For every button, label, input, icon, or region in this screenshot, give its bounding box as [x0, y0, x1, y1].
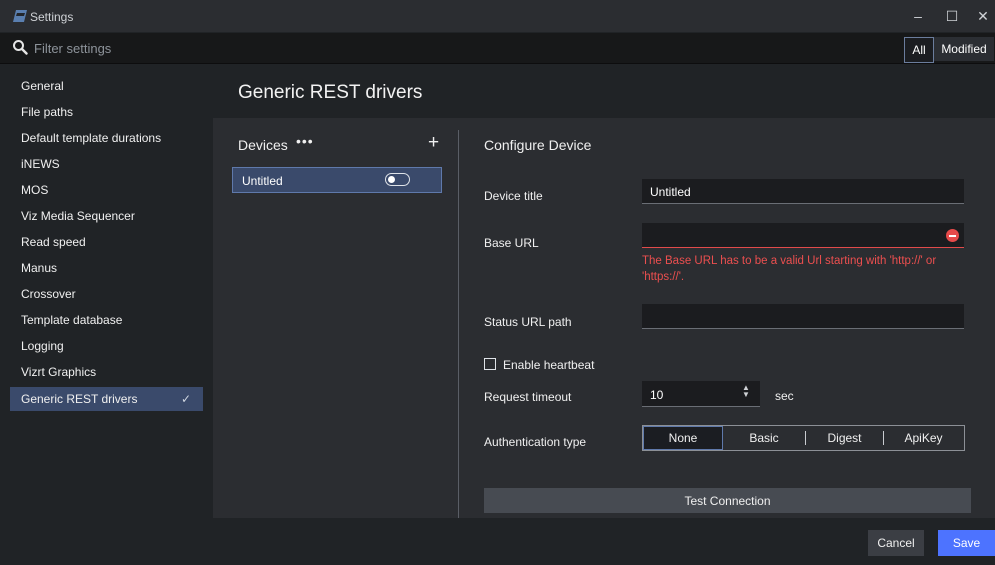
device-item-label: Untitled	[242, 174, 283, 188]
sidebar-item-mos[interactable]: MOS	[10, 178, 203, 202]
save-button[interactable]: Save	[938, 530, 995, 556]
request-timeout-value: 10	[650, 388, 664, 402]
title-bar	[0, 0, 995, 32]
more-options-icon[interactable]: •••	[296, 133, 314, 149]
request-timeout-label: Request timeout	[484, 390, 572, 404]
auth-option-apikey[interactable]: ApiKey	[884, 426, 963, 450]
maximize-icon[interactable]: ☐	[940, 6, 964, 26]
window-title: Settings	[30, 10, 74, 24]
device-title-value: Untitled	[650, 185, 691, 199]
device-enabled-toggle[interactable]	[385, 173, 410, 186]
sidebar-item-read-speed[interactable]: Read speed	[10, 230, 203, 254]
sidebar-item-crossover[interactable]: Crossover	[10, 282, 203, 306]
check-icon: ✓	[180, 392, 191, 406]
devices-heading: Devices	[238, 137, 288, 153]
close-icon[interactable]: ✕	[971, 6, 995, 26]
configure-device-heading: Configure Device	[484, 137, 592, 153]
sidebar-item-logging[interactable]: Logging	[10, 334, 203, 358]
status-url-path-field[interactable]	[642, 304, 964, 329]
sidebar-item-file-paths[interactable]: File paths	[10, 100, 203, 124]
device-title-label: Device title	[484, 189, 543, 203]
add-device-icon[interactable]: +	[428, 133, 439, 153]
authentication-type-label: Authentication type	[484, 435, 587, 449]
authentication-type-selector: None Basic Digest ApiKey	[642, 425, 965, 451]
test-connection-button[interactable]: Test Connection	[484, 488, 971, 513]
enable-heartbeat-label: Enable heartbeat	[503, 358, 595, 372]
sidebar-item-inews[interactable]: iNEWS	[10, 152, 203, 176]
base-url-field[interactable]	[642, 223, 964, 248]
auth-option-basic[interactable]: Basic	[723, 426, 805, 450]
sidebar-item-general[interactable]: General	[10, 74, 203, 98]
enable-heartbeat-checkbox[interactable]	[484, 358, 496, 370]
base-url-error-message: The Base URL has to be a valid Url start…	[642, 255, 937, 283]
filter-settings-input[interactable]	[34, 36, 734, 60]
sidebar-item-generic-rest-drivers[interactable]: Generic REST drivers ✓	[10, 387, 203, 411]
settings-app-icon	[13, 10, 27, 22]
auth-option-none[interactable]: None	[643, 426, 723, 450]
settings-sidebar: General File paths Default template dura…	[0, 64, 213, 518]
cancel-button[interactable]: Cancel	[868, 530, 924, 556]
auth-option-digest[interactable]: Digest	[806, 426, 883, 450]
status-url-path-label: Status URL path	[484, 315, 572, 329]
error-icon	[946, 229, 959, 242]
minimize-icon[interactable]: –	[906, 6, 930, 26]
timeout-unit: sec	[775, 389, 794, 403]
search-icon	[13, 40, 28, 55]
filter-all-button[interactable]: All	[904, 37, 934, 63]
filter-modified-button[interactable]: Modified	[934, 37, 994, 61]
sidebar-item-default-template-durations[interactable]: Default template durations	[10, 126, 203, 150]
page-title: Generic REST drivers	[238, 82, 423, 103]
sidebar-item-viz-media-sequencer[interactable]: Viz Media Sequencer	[10, 204, 203, 228]
toggle-knob	[388, 176, 395, 183]
sidebar-item-vizrt-graphics[interactable]: Vizrt Graphics	[10, 360, 203, 384]
panel-divider	[458, 130, 459, 518]
sidebar-item-template-database[interactable]: Template database	[10, 308, 203, 332]
spinner-arrows-icon[interactable]: ▲ ▼	[742, 384, 750, 399]
base-url-label: Base URL	[484, 236, 539, 250]
sidebar-item-manus[interactable]: Manus	[10, 256, 203, 280]
